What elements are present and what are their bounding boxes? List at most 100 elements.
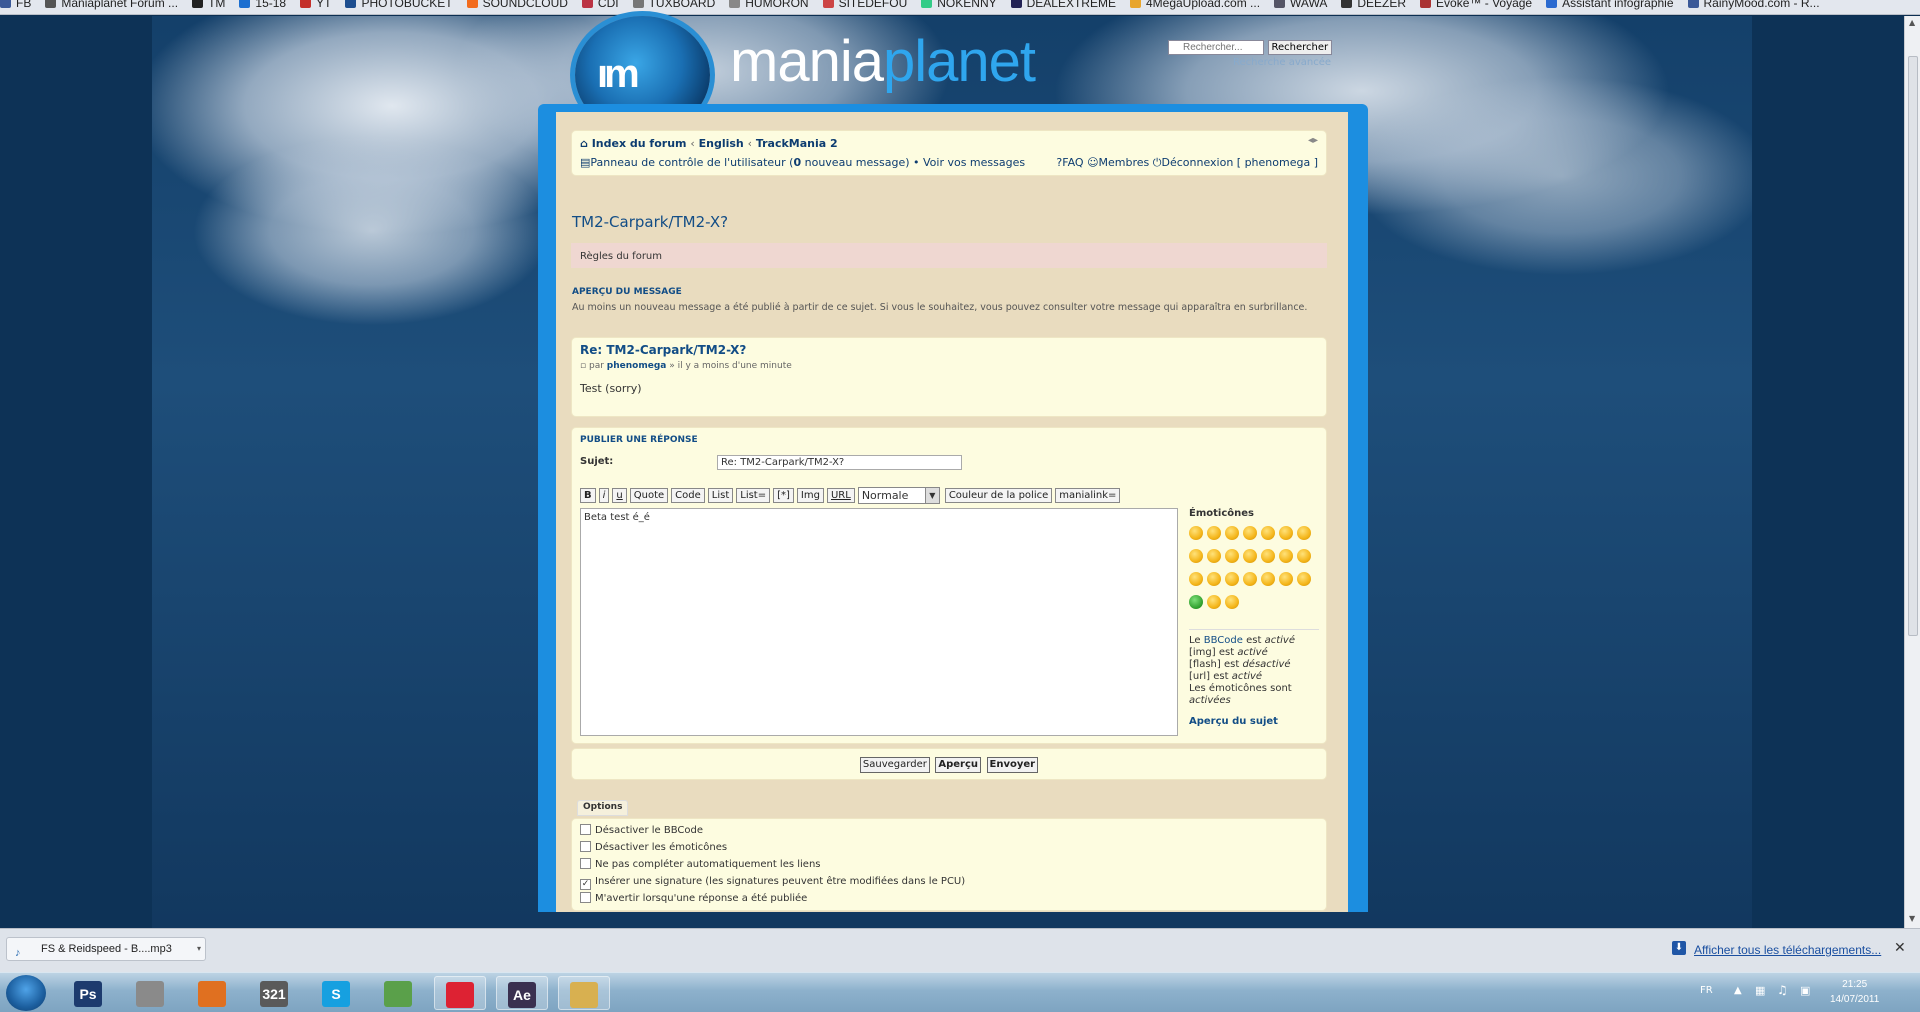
bookmark-17[interactable]: Assistant infographie	[1546, 0, 1674, 9]
smiley-icon[interactable]	[1225, 595, 1239, 609]
smiley-icon[interactable]	[1261, 572, 1275, 586]
scroll-up-icon[interactable]: ▲	[1909, 18, 1915, 27]
bookmark-0[interactable]: FB	[0, 0, 31, 9]
forum-rules-link[interactable]: Règles du forum	[571, 243, 1327, 268]
taskbar-app-5[interactable]	[372, 976, 424, 1010]
manialink-button[interactable]: manialink=	[1055, 488, 1121, 503]
post-author[interactable]: phenomega	[607, 361, 667, 371]
smiley-icon[interactable]	[1189, 572, 1203, 586]
italic-button[interactable]: i	[598, 488, 610, 503]
bookmark-3[interactable]: 15-18	[239, 0, 286, 9]
bookmark-9[interactable]: HUMORON	[729, 0, 809, 9]
monitor-icon[interactable]: ▣	[1800, 984, 1810, 997]
volume-icon[interactable]: ♫	[1777, 983, 1788, 997]
bookmark-5[interactable]: PHOTOBUCKET	[345, 0, 453, 9]
taskbar-app-7[interactable]: Ae	[496, 976, 548, 1010]
bookmark-11[interactable]: NOKENNY	[921, 0, 997, 9]
close-icon[interactable]: ✕	[1894, 940, 1906, 956]
preview-post-title[interactable]: Re: TM2-Carpark/TM2-X?	[580, 343, 746, 357]
smiley-icon[interactable]	[1225, 549, 1239, 563]
list-button[interactable]: List	[707, 488, 734, 503]
smiley-icon[interactable]	[1207, 549, 1221, 563]
bold-button[interactable]: B	[580, 488, 596, 503]
font-resize-icon[interactable]: ◂▸	[1308, 135, 1318, 146]
img-button[interactable]: Img	[796, 488, 824, 503]
network-icon[interactable]: ▦	[1755, 984, 1765, 997]
smiley-icon[interactable]	[1261, 549, 1275, 563]
smiley-icon[interactable]	[1207, 595, 1221, 609]
smiley-icon[interactable]	[1243, 572, 1257, 586]
logout-link[interactable]: Déconnexion [ phenomega ]	[1161, 156, 1318, 169]
bbcode-link[interactable]: BBCode	[1204, 635, 1243, 646]
system-clock[interactable]: 21:25 14/07/2011	[1830, 977, 1879, 1007]
smiley-icon[interactable]	[1189, 526, 1203, 540]
smiley-icon[interactable]	[1279, 526, 1293, 540]
topic-title[interactable]: TM2-Carpark/TM2-X?	[572, 213, 728, 231]
message-textarea[interactable]: Beta test é_é	[580, 508, 1178, 736]
tray-expand-icon[interactable]: ▲	[1734, 985, 1742, 996]
scrollbar-thumb[interactable]	[1908, 56, 1918, 636]
bookmark-15[interactable]: DEEZER	[1341, 0, 1406, 9]
smiley-icon[interactable]	[1225, 526, 1239, 540]
taskbar-app-2[interactable]	[186, 976, 238, 1010]
smiley-icon[interactable]	[1243, 549, 1257, 563]
smiley-icon[interactable]	[1261, 526, 1275, 540]
topic-preview-link[interactable]: Aperçu du sujet	[1189, 716, 1319, 727]
option-checkbox[interactable]: ✓	[580, 879, 591, 890]
bookmark-8[interactable]: TUXBOARD	[632, 0, 715, 9]
smiley-icon[interactable]	[1225, 572, 1239, 586]
user-control-panel-link[interactable]: ▤Panneau de contrôle de l'utilisateur (0…	[580, 156, 1025, 169]
bookmark-12[interactable]: DEALEXTREME	[1010, 0, 1116, 9]
smiley-icon[interactable]	[1297, 572, 1311, 586]
code-button[interactable]: Code	[671, 488, 705, 503]
taskbar-app-3[interactable]: 321	[248, 976, 300, 1010]
options-tab[interactable]: Options	[577, 800, 629, 816]
smiley-icon[interactable]	[1189, 595, 1203, 609]
taskbar-app-4[interactable]: S	[310, 976, 362, 1010]
send-button[interactable]: Envoyer	[986, 757, 1039, 773]
underline-button[interactable]: u	[612, 488, 627, 503]
url-button[interactable]: URL	[826, 488, 855, 503]
bookmark-7[interactable]: CDI	[581, 0, 619, 9]
list-item-button[interactable]: [*]	[773, 488, 794, 503]
subject-input[interactable]	[717, 455, 962, 470]
taskbar-app-1[interactable]	[124, 976, 176, 1010]
faq-link[interactable]: FAQ	[1062, 156, 1083, 169]
preview-button[interactable]: Aperçu	[935, 757, 981, 773]
bookmark-4[interactable]: YT	[300, 0, 331, 9]
breadcrumb-index[interactable]: Index du forum	[592, 137, 687, 150]
taskbar-app-8[interactable]	[558, 976, 610, 1010]
bookmark-18[interactable]: RainyMood.com - R...	[1687, 0, 1820, 9]
breadcrumb-english[interactable]: English	[699, 137, 744, 150]
download-item[interactable]: ♪ FS & Reidspeed - B....mp3 ▾	[6, 937, 206, 961]
save-button[interactable]: Sauvegarder	[859, 757, 930, 773]
bookmark-10[interactable]: SITEDEFOU	[822, 0, 907, 9]
bookmark-2[interactable]: TM	[192, 0, 225, 9]
quote-button[interactable]: Quote	[629, 488, 669, 503]
bookmark-6[interactable]: SOUNDCLOUD	[466, 0, 568, 9]
members-link[interactable]: Membres	[1099, 156, 1150, 169]
font-size-select[interactable]: Normale ▼	[857, 487, 940, 504]
smiley-icon[interactable]	[1207, 526, 1221, 540]
bookmark-14[interactable]: WAWA	[1274, 0, 1327, 9]
option-checkbox[interactable]	[580, 858, 591, 869]
bookmark-13[interactable]: 4MegaUpload.com ...	[1129, 0, 1260, 9]
advanced-search-link[interactable]: Recherche avancée	[1233, 57, 1331, 68]
option-checkbox[interactable]	[580, 841, 591, 852]
search-input[interactable]	[1168, 40, 1264, 55]
language-indicator[interactable]: FR	[1700, 985, 1713, 996]
breadcrumb-trackmania2[interactable]: TrackMania 2	[756, 137, 838, 150]
option-checkbox[interactable]	[580, 892, 591, 903]
taskbar-app-6[interactable]	[434, 976, 486, 1010]
font-color-button[interactable]: Couleur de la police	[944, 488, 1053, 503]
smiley-icon[interactable]	[1297, 549, 1311, 563]
smiley-icon[interactable]	[1189, 549, 1203, 563]
chevron-down-icon[interactable]: ▾	[197, 938, 201, 960]
bookmark-16[interactable]: Evoke™ - Voyage	[1420, 0, 1532, 9]
vertical-scrollbar[interactable]: ▲ ▼	[1904, 16, 1920, 928]
search-button[interactable]: Rechercher	[1267, 40, 1333, 55]
show-all-downloads-link[interactable]: Afficher tous les téléchargements...	[1694, 943, 1881, 957]
bookmark-1[interactable]: Maniaplanet Forum ...	[45, 0, 178, 9]
option-checkbox[interactable]	[580, 824, 591, 835]
smiley-icon[interactable]	[1243, 526, 1257, 540]
